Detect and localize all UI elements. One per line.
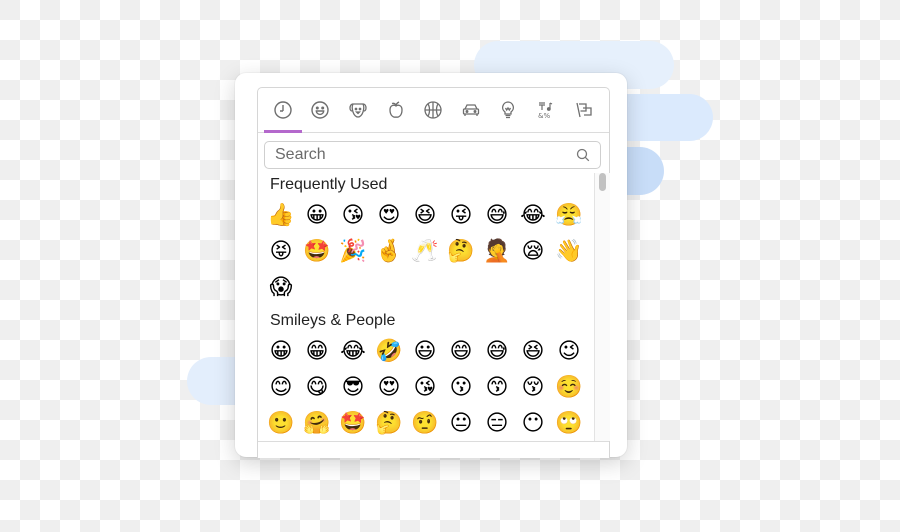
emoji-item[interactable]: 😍 bbox=[371, 369, 407, 405]
search-input[interactable] bbox=[265, 142, 576, 168]
tab-objects[interactable] bbox=[490, 88, 528, 132]
emoji-item[interactable]: 😊 bbox=[263, 369, 299, 405]
emoji-item[interactable]: 😜 bbox=[443, 197, 479, 233]
clock-icon bbox=[274, 101, 292, 119]
emoji-item[interactable]: 😅 bbox=[479, 333, 515, 369]
emoji-item[interactable]: 🤗 bbox=[299, 405, 335, 441]
tab-symbols[interactable]: &% bbox=[527, 88, 565, 132]
emoji-item[interactable]: 😁 bbox=[299, 333, 335, 369]
lightbulb-icon bbox=[502, 101, 515, 119]
emoji-item[interactable]: 😐 bbox=[443, 405, 479, 441]
emoji-item[interactable]: 😋 bbox=[299, 369, 335, 405]
tab-activity[interactable] bbox=[414, 88, 452, 132]
flag-icon bbox=[575, 102, 592, 118]
tab-smileys[interactable] bbox=[302, 88, 340, 132]
car-icon bbox=[462, 104, 479, 116]
apple-icon bbox=[388, 101, 403, 118]
emoji-item[interactable]: 👍 bbox=[263, 197, 299, 233]
emoji-item[interactable]: 😄 bbox=[443, 333, 479, 369]
tab-food[interactable] bbox=[377, 88, 415, 132]
emoji-item[interactable]: 🤔 bbox=[443, 233, 479, 269]
emoji-grid-frequently-used: 👍 😀 😘 😍 😆 😜 😅 😂 😤 😝 🤩 🎉 🤞 🥂 🤔 🤦 😪 👋 😱 bbox=[258, 197, 594, 305]
symbols-icon: &% bbox=[538, 102, 553, 120]
basketball-icon bbox=[424, 101, 442, 119]
tab-travel[interactable] bbox=[452, 88, 490, 132]
emoji-item[interactable]: 🤩 bbox=[335, 405, 371, 441]
emoji-item[interactable]: 🙄 bbox=[551, 405, 587, 441]
emoji-item[interactable]: 🤩 bbox=[299, 233, 335, 269]
search-box bbox=[264, 141, 601, 169]
tab-flags[interactable] bbox=[565, 88, 603, 132]
emoji-item[interactable]: 😃 bbox=[407, 333, 443, 369]
emoji-item[interactable]: 😎 bbox=[335, 369, 371, 405]
search-icon bbox=[576, 148, 590, 162]
emoji-item[interactable]: 🤦 bbox=[479, 233, 515, 269]
emoji-picker: &% Frequently Used 👍😀😘😍😆😜😅😂😤😝🤩🎉🤞🥂🤔🤦😪👋😱 S… bbox=[257, 87, 610, 458]
section-title: Smileys & People bbox=[270, 312, 396, 329]
emoji-item[interactable]: 😑 bbox=[479, 405, 515, 441]
emoji-item[interactable]: ☺️ bbox=[551, 369, 587, 405]
emoji-picker-card: &% Frequently Used 👍😀😘😍😆😜😅😂😤😝🤩🎉🤞🥂🤔🤦😪👋😱 S… bbox=[235, 73, 627, 458]
scrollbar-thumb[interactable] bbox=[599, 173, 606, 191]
emoji-item[interactable]: 🙂 bbox=[263, 405, 299, 441]
dog-icon bbox=[349, 103, 367, 118]
emoji-item[interactable]: 😶 bbox=[515, 405, 551, 441]
emoji-item[interactable]: 😝 bbox=[263, 233, 299, 269]
emoji-item[interactable]: 😚 bbox=[515, 369, 551, 405]
emoji-item[interactable]: 🤞 bbox=[371, 233, 407, 269]
emoji-item[interactable]: 😆 bbox=[515, 333, 551, 369]
emoji-item[interactable]: 😀 bbox=[263, 333, 299, 369]
emoji-item[interactable]: 🥂 bbox=[407, 233, 443, 269]
emoji-item[interactable]: 😙 bbox=[479, 369, 515, 405]
category-tabs: &% bbox=[258, 88, 609, 133]
tab-animals[interactable] bbox=[339, 88, 377, 132]
emoji-item[interactable]: 😉 bbox=[551, 333, 587, 369]
emoji-item[interactable]: 😂 bbox=[515, 197, 551, 233]
emoji-item[interactable]: 😗 bbox=[443, 369, 479, 405]
emoji-item[interactable]: 🤔 bbox=[371, 405, 407, 441]
svg-text:&%: &% bbox=[538, 112, 550, 120]
emoji-grid-smileys-people: 😀 😁 😂 🤣 😃 😄 😅 😆 😉 😊 😋 😎 😍 😘 😗 😙 😚 ☺️ 🙂 🤗 🤩 🤔 🤨 😐 😑 😶 🙄 bbox=[258, 333, 594, 441]
emoji-list: Frequently Used 👍 😀 😘 😍 😆 😜 😅 😂 😤 😝 🤩 🎉 🤞 🥂 🤔 🤦 😪 👋 😱 Smil… bbox=[258, 173, 594, 441]
emoji-item[interactable]: 👋 bbox=[551, 233, 587, 269]
emoji-item[interactable]: 😅 bbox=[479, 197, 515, 233]
picker-footer bbox=[258, 441, 609, 459]
emoji-item[interactable]: 😪 bbox=[515, 233, 551, 269]
emoji-item[interactable]: 🤨 bbox=[407, 405, 443, 441]
scrollbar[interactable] bbox=[594, 173, 610, 441]
emoji-item[interactable]: 😂 bbox=[335, 333, 371, 369]
emoji-item[interactable]: 😘 bbox=[335, 197, 371, 233]
tab-recent[interactable] bbox=[264, 88, 302, 133]
emoji-item[interactable]: 😱 bbox=[263, 269, 299, 305]
emoji-item[interactable]: 😆 bbox=[407, 197, 443, 233]
section-title: Frequently Used bbox=[270, 176, 388, 193]
emoji-item[interactable]: 😍 bbox=[371, 197, 407, 233]
emoji-item[interactable]: 😤 bbox=[551, 197, 587, 233]
emoji-item[interactable]: 😀 bbox=[299, 197, 335, 233]
emoji-item[interactable]: 🎉 bbox=[335, 233, 371, 269]
emoji-item[interactable]: 😘 bbox=[407, 369, 443, 405]
smiley-icon bbox=[311, 101, 330, 119]
emoji-item[interactable]: 🤣 bbox=[371, 333, 407, 369]
